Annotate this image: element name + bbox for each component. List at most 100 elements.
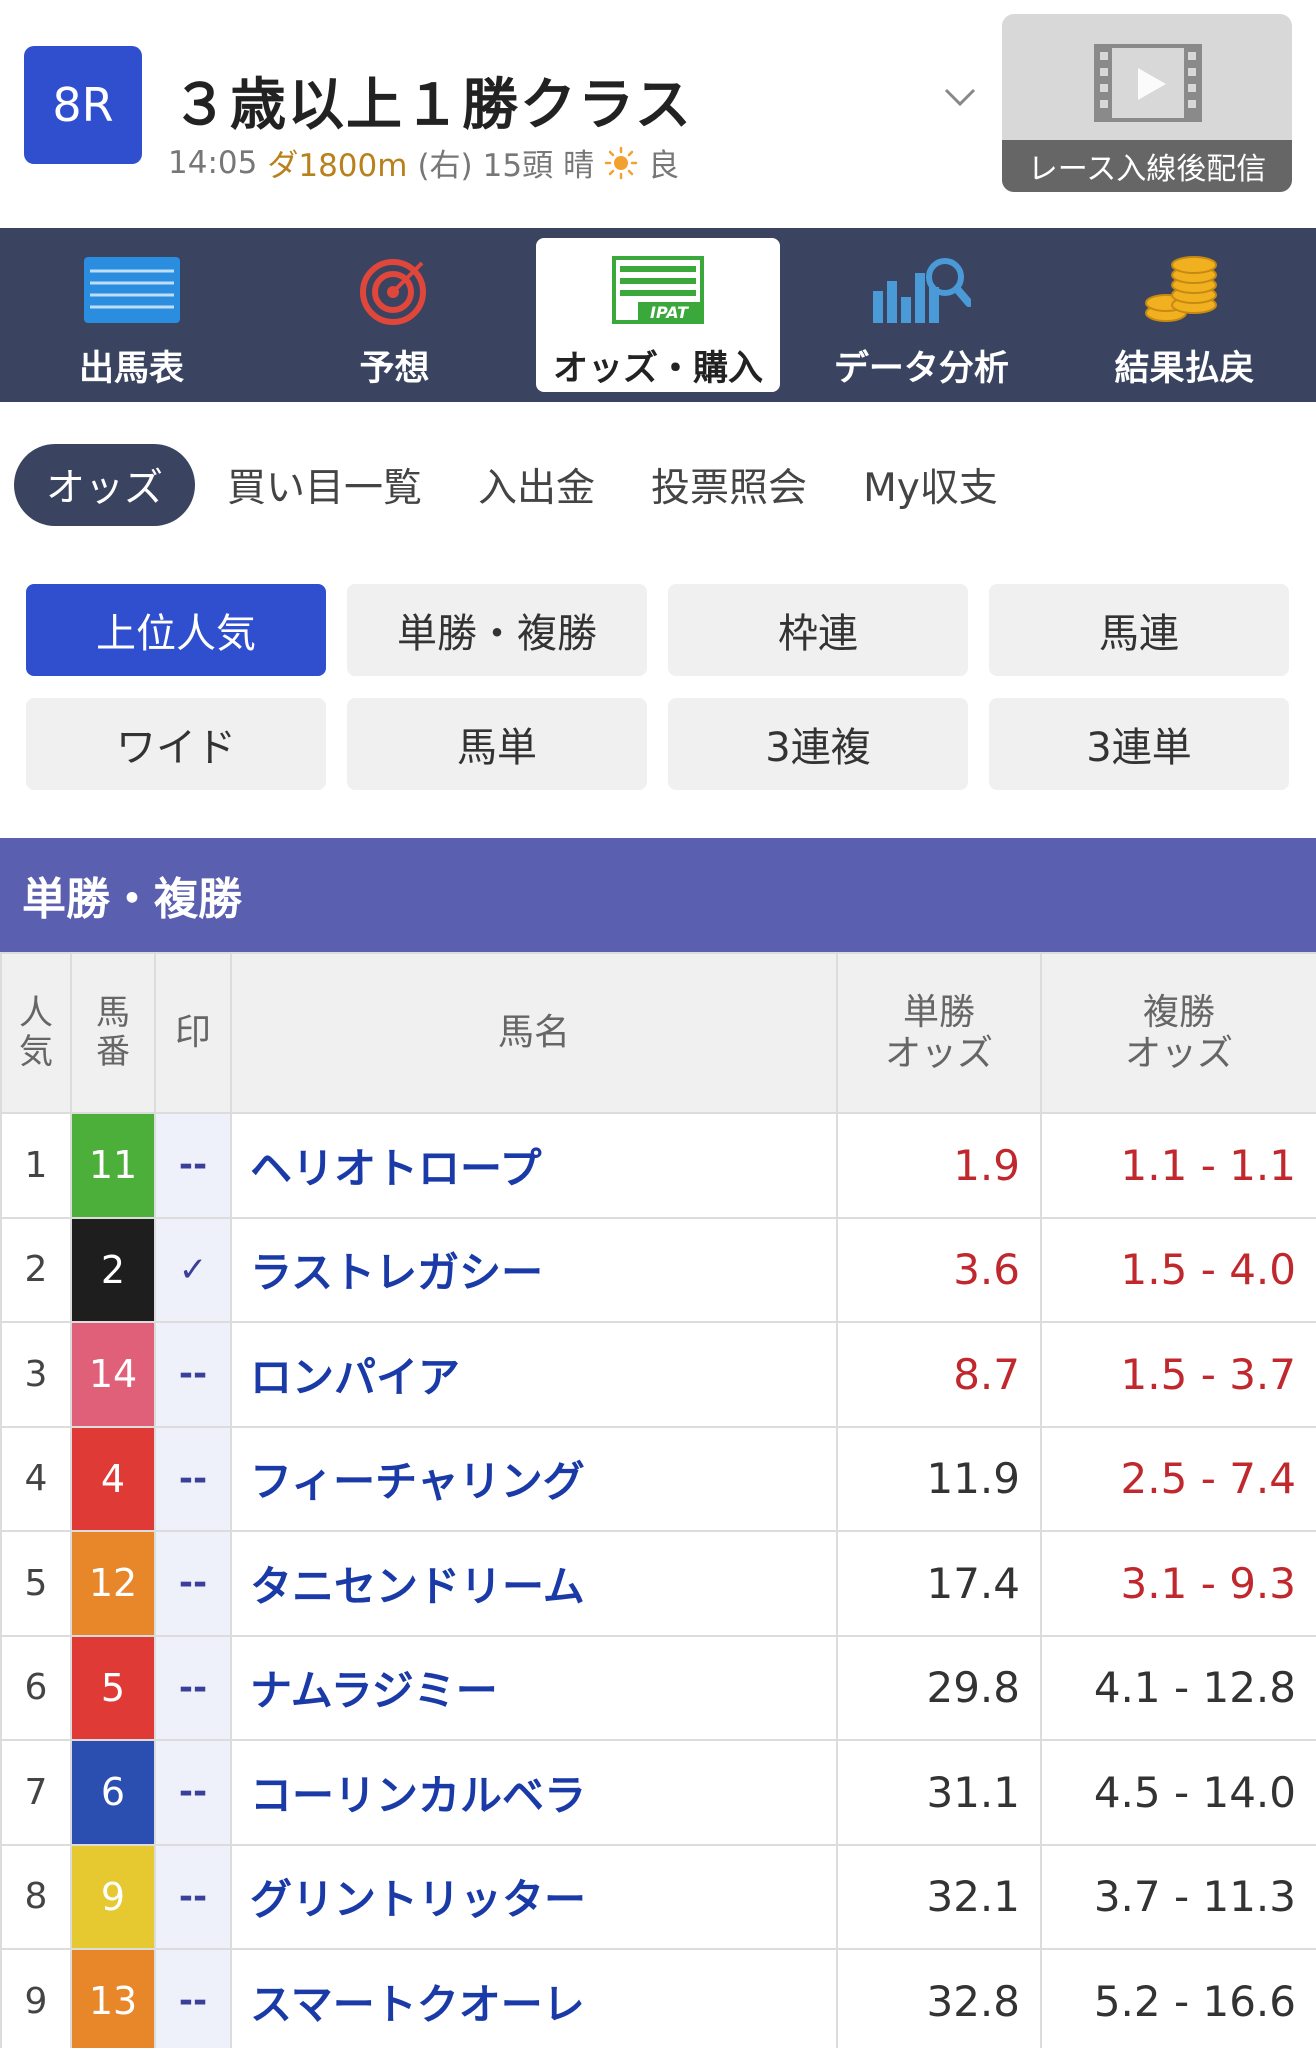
win-odds-cell[interactable]: 11.9 [836, 1425, 1042, 1532]
tab-odds[interactable]: オッズ [14, 444, 196, 526]
sun-icon [604, 146, 638, 180]
place-odds-cell[interactable]: 1.1 - 1.1 [1040, 1112, 1316, 1219]
sub-nav: オッズ 買い目一覧 入出金 投票照会 My収支 [0, 440, 1316, 530]
video-label: レース入線後配信 [1002, 140, 1292, 192]
bet-type-exacta[interactable]: 馬単 [347, 698, 647, 790]
horse-name-link[interactable]: ヘリオトロープ [230, 1112, 838, 1219]
nav-results[interactable]: 結果払戻 [1053, 228, 1316, 402]
race-video-button[interactable]: レース入線後配信 [1002, 14, 1292, 192]
place-odds-cell[interactable]: 3.1 - 9.3 [1040, 1530, 1316, 1637]
win-odds-cell[interactable]: 17.4 [836, 1530, 1042, 1637]
place-odds-cell[interactable]: 2.5 - 7.4 [1040, 1425, 1316, 1532]
header-popularity-line: 人 [19, 992, 53, 1033]
horse-name-link[interactable]: グリントリッター [230, 1843, 838, 1950]
table-row[interactable]: 7 6 -- コーリンカルベラ 31.1 4.5 - 14.0 [0, 1739, 1316, 1846]
place-odds-cell[interactable]: 3.7 - 11.3 [1040, 1843, 1316, 1950]
win-odds-cell[interactable]: 32.8 [836, 1948, 1042, 2048]
header-place-odds: 複勝 オッズ [1040, 952, 1316, 1114]
mark-cell[interactable]: -- [154, 1634, 232, 1741]
win-odds-cell[interactable]: 1.9 [836, 1112, 1042, 1219]
horse-name-link[interactable]: フィーチャリング [230, 1425, 838, 1532]
race-number-badge: 8R [24, 46, 142, 164]
win-odds-cell[interactable]: 8.7 [836, 1321, 1042, 1428]
win-odds-cell[interactable]: 29.8 [836, 1634, 1042, 1741]
nav-prediction[interactable]: 予想 [263, 228, 526, 402]
odds-table-body: 1 11 -- ヘリオトロープ 1.9 1.1 - 1.1 2 2 ✓ ラストレガシー 3.6 1.5… [0, 1112, 1316, 2048]
nav-data-analysis[interactable]: データ分析 [790, 228, 1053, 402]
tab-deposit-withdraw[interactable]: 入出金 [450, 444, 623, 526]
race-track: ダ1800m [267, 148, 408, 184]
horse-name-link[interactable]: ナムラジミー [230, 1634, 838, 1741]
bet-type-trio[interactable]: 3連複 [668, 698, 968, 790]
bet-type-bracket-quinella[interactable]: 枠連 [668, 584, 968, 676]
horse-number-cell: 12 [70, 1530, 156, 1637]
mark-cell[interactable]: -- [154, 1425, 232, 1532]
bet-type-quinella[interactable]: 馬連 [989, 584, 1289, 676]
win-odds-cell[interactable]: 31.1 [836, 1739, 1042, 1846]
nav-label: 出馬表 [79, 349, 185, 389]
header-popularity-line: 気 [19, 1032, 53, 1072]
table-row[interactable]: 1 11 -- ヘリオトロープ 1.9 1.1 - 1.1 [0, 1112, 1316, 1219]
header-horse-number: 馬 番 [70, 952, 156, 1114]
mark-cell[interactable]: -- [154, 1530, 232, 1637]
video-film-icon [1094, 44, 1202, 122]
race-time: 14:05 [168, 144, 258, 181]
place-odds-cell[interactable]: 5.2 - 16.6 [1040, 1948, 1316, 2048]
chart-search-icon [866, 250, 976, 330]
table-row[interactable]: 6 5 -- ナムラジミー 29.8 4.1 - 12.8 [0, 1634, 1316, 1741]
place-odds-cell[interactable]: 1.5 - 3.7 [1040, 1321, 1316, 1428]
bet-type-wide[interactable]: ワイド [26, 698, 326, 790]
place-odds-cell[interactable]: 4.1 - 12.8 [1040, 1634, 1316, 1741]
odds-table: 人 気 馬 番 印 馬名 単勝 オッズ 複勝 オッズ 1 11 -- ヘリオトロープ 1… [0, 952, 1316, 2048]
nav-label: オッズ・購入 [552, 349, 763, 389]
mark-cell[interactable]: -- [154, 1843, 232, 1950]
mark-cell[interactable]: -- [154, 1112, 232, 1219]
horse-number-cell: 5 [70, 1634, 156, 1741]
race-direction: (右) [417, 148, 473, 184]
popularity-cell: 6 [0, 1634, 72, 1741]
main-nav: 出馬表 予想 IPAT オッズ・購入 データ分析 結果払戻 [0, 228, 1316, 402]
header-horse-name: 馬名 [230, 952, 838, 1114]
place-odds-cell[interactable]: 1.5 - 4.0 [1040, 1216, 1316, 1323]
popularity-cell: 8 [0, 1843, 72, 1950]
win-odds-cell[interactable]: 32.1 [836, 1843, 1042, 1950]
horse-name-link[interactable]: タニセンドリーム [230, 1530, 838, 1637]
mark-cell[interactable]: -- [154, 1739, 232, 1846]
table-row[interactable]: 2 2 ✓ ラストレガシー 3.6 1.5 - 4.0 [0, 1216, 1316, 1323]
horse-number-cell: 14 [70, 1321, 156, 1428]
horse-name-link[interactable]: ラストレガシー [230, 1216, 838, 1323]
horse-name-link[interactable]: コーリンカルベラ [230, 1739, 838, 1846]
place-odds-cell[interactable]: 4.5 - 14.0 [1040, 1739, 1316, 1846]
table-row[interactable]: 4 4 -- フィーチャリング 11.9 2.5 - 7.4 [0, 1425, 1316, 1532]
bet-type-top-popular[interactable]: 上位人気 [26, 584, 326, 676]
target-icon [340, 250, 450, 330]
nav-label: 結果払戻 [1114, 349, 1255, 389]
header-win-odds-line: オッズ [884, 1033, 993, 1074]
horse-number-cell: 2 [70, 1216, 156, 1323]
race-runners: 15頭 [482, 148, 554, 184]
tab-vote-inquiry[interactable]: 投票照会 [623, 444, 835, 526]
table-row[interactable]: 9 13 -- スマートクオーレ 32.8 5.2 - 16.6 [0, 1948, 1316, 2048]
horse-number-cell: 13 [70, 1948, 156, 2048]
mark-cell[interactable]: -- [154, 1321, 232, 1428]
nav-odds-purchase[interactable]: IPAT オッズ・購入 [536, 238, 780, 392]
table-row[interactable]: 8 9 -- グリントリッター 32.1 3.7 - 11.3 [0, 1843, 1316, 1950]
header-mark: 印 [154, 952, 232, 1114]
tab-my-balance[interactable]: My収支 [835, 444, 1026, 526]
section-title: 単勝・複勝 [0, 838, 1316, 952]
ipat-icon: IPAT [603, 250, 713, 330]
horse-name-link[interactable]: ロンパイア [230, 1321, 838, 1428]
bet-type-win-place[interactable]: 単勝・複勝 [347, 584, 647, 676]
table-row[interactable]: 3 14 -- ロンパイア 8.7 1.5 - 3.7 [0, 1321, 1316, 1428]
race-select-chevron-icon[interactable] [940, 82, 980, 112]
horse-name-link[interactable]: スマートクオーレ [230, 1948, 838, 2048]
popularity-cell: 7 [0, 1739, 72, 1846]
tab-bet-list[interactable]: 買い目一覧 [199, 444, 450, 526]
nav-entry-list[interactable]: 出馬表 [0, 228, 263, 402]
check-mark-icon[interactable]: ✓ [154, 1216, 232, 1323]
win-odds-cell[interactable]: 3.6 [836, 1216, 1042, 1323]
bet-type-trifecta[interactable]: 3連単 [989, 698, 1289, 790]
popularity-cell: 9 [0, 1948, 72, 2048]
mark-cell[interactable]: -- [154, 1948, 232, 2048]
table-row[interactable]: 5 12 -- タニセンドリーム 17.4 3.1 - 9.3 [0, 1530, 1316, 1637]
